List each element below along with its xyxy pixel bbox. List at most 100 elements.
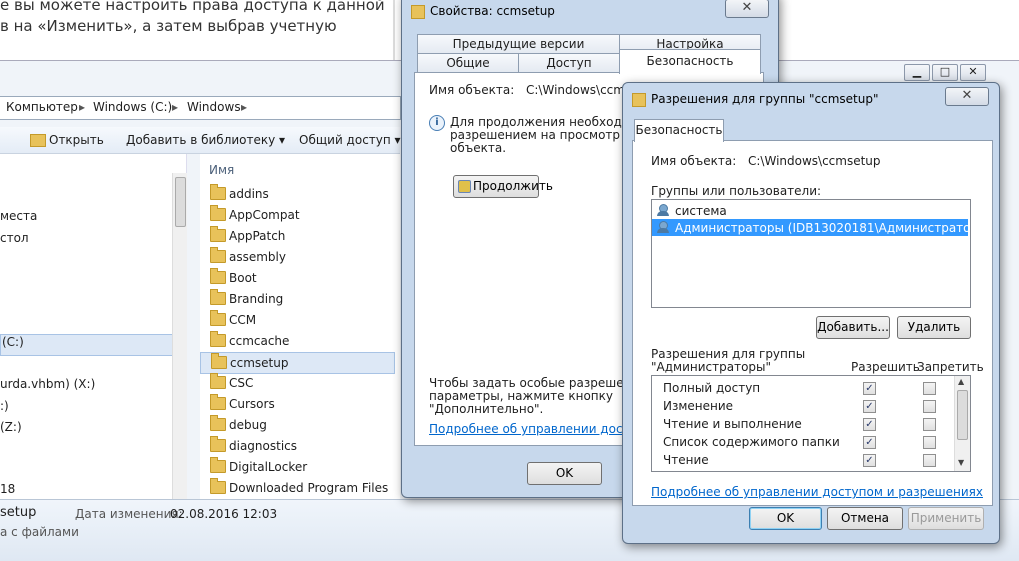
tab-general[interactable]: Общие — [417, 53, 519, 73]
special-text-2: параметры, нажмите кнопку — [429, 389, 613, 403]
item-type: а с файлами — [0, 525, 79, 539]
permission-row: Полный доступ ✓ — [652, 380, 952, 398]
maximize-button[interactable]: □ — [932, 64, 958, 81]
help-link[interactable]: Подробнее об управлении доступом и разре… — [651, 485, 983, 499]
users-list[interactable]: система Администраторы (IDB13020181\Адми… — [651, 199, 992, 308]
info-icon: i — [429, 115, 445, 131]
selected-name: setup — [0, 505, 37, 520]
add-to-library-button[interactable]: Добавить в библиотеку ▾ — [126, 133, 285, 147]
file-row[interactable]: Cursors — [200, 394, 395, 414]
ok-button[interactable]: OK — [749, 507, 822, 530]
deny-checkbox[interactable] — [923, 400, 936, 413]
nav-item[interactable]: 18 — [0, 482, 15, 496]
folder-icon — [210, 394, 226, 410]
apply-button[interactable]: Применить — [908, 507, 984, 530]
close-button[interactable]: ✕ — [725, 0, 769, 18]
breadcrumb-computer[interactable]: Компьютер — [6, 100, 78, 114]
dialog-title: Разрешения для группы "ccmsetup" — [651, 92, 879, 106]
file-row[interactable]: ccmsetup — [200, 352, 395, 374]
tab-security[interactable]: Безопасность — [619, 49, 761, 74]
allow-checkbox[interactable]: ✓ — [863, 454, 876, 467]
list-item[interactable]: система — [652, 202, 968, 219]
list-item-selected[interactable]: Администраторы (IDB13020181\Администрато… — [652, 219, 992, 236]
file-name: ccmcache — [229, 334, 290, 348]
close-button[interactable]: ✕ — [945, 87, 989, 106]
nav-item-drive-c[interactable]: (C:) — [2, 335, 24, 349]
open-button[interactable]: Открыть — [49, 133, 104, 147]
folder-icon — [210, 226, 226, 242]
minimize-button[interactable]: ▁ — [904, 64, 930, 81]
file-row[interactable]: DigitalLocker — [200, 457, 395, 477]
file-row[interactable]: Boot — [200, 268, 395, 288]
scroll-thumb[interactable] — [175, 177, 186, 227]
folder-open-icon — [30, 133, 46, 147]
tab-sharing[interactable]: Доступ — [518, 53, 620, 73]
file-row[interactable]: addins — [200, 184, 395, 204]
scroll-thumb[interactable] — [957, 390, 968, 440]
scroll-up-icon[interactable]: ▲ — [958, 377, 964, 386]
close-button[interactable]: ✕ — [960, 64, 986, 81]
folder-icon — [210, 331, 226, 347]
folder-icon — [632, 93, 646, 107]
file-name: Cursors — [229, 397, 275, 411]
file-row[interactable]: AppPatch — [200, 226, 395, 246]
share-button[interactable]: Общий доступ ▾ — [299, 133, 401, 147]
dialog-title: Свойства: ccmsetup — [430, 4, 555, 18]
cancel-button[interactable]: Отмена — [827, 507, 903, 530]
deny-checkbox[interactable] — [923, 436, 936, 449]
file-row[interactable]: CCM — [200, 310, 395, 330]
file-row[interactable]: CSC — [200, 373, 395, 393]
object-value: C:\Windows\ccmsetup — [748, 154, 881, 168]
deny-checkbox[interactable] — [923, 454, 936, 467]
user-group-icon — [657, 204, 671, 216]
folder-icon — [210, 436, 226, 452]
nav-selection — [0, 334, 174, 356]
nav-item[interactable]: места — [0, 209, 37, 223]
file-row[interactable]: diagnostics — [200, 436, 395, 456]
breadcrumb-drive[interactable]: Windows (C:) — [93, 100, 172, 114]
folder-icon — [210, 184, 226, 200]
breadcrumb-windows[interactable]: Windows — [187, 100, 241, 114]
file-row[interactable]: assembly — [200, 247, 395, 267]
nav-item[interactable]: стол — [0, 231, 29, 245]
file-row[interactable]: ccmcache — [200, 331, 395, 351]
perm-header-1: Разрешения для группы — [651, 347, 806, 361]
file-row[interactable]: Branding — [200, 289, 395, 309]
allow-checkbox[interactable]: ✓ — [863, 382, 876, 395]
user-name: Администраторы (IDB13020181\Администрато… — [675, 221, 993, 235]
address-bar[interactable]: Компьютер ▸ Windows (C:) ▸ Windows ▸ — [0, 96, 401, 120]
add-button[interactable]: Добавить... — [816, 316, 890, 339]
folder-icon — [210, 268, 226, 284]
file-name: ccmsetup — [230, 356, 289, 370]
continue-button[interactable]: Продолжить — [453, 175, 553, 198]
allow-checkbox[interactable]: ✓ — [863, 436, 876, 449]
column-header-name[interactable]: Имя — [209, 163, 234, 177]
deny-checkbox[interactable] — [923, 382, 936, 395]
chevron-right-icon: ▸ — [241, 100, 248, 114]
nav-item[interactable]: :) — [0, 399, 9, 413]
nav-item[interactable]: (Z:) — [0, 420, 22, 434]
ok-button[interactable]: OK — [527, 462, 602, 485]
remove-button[interactable]: Удалить — [897, 316, 971, 339]
permissions-list[interactable]: Полный доступ ✓ Изменение ✓ Чтение и выполне… — [651, 375, 971, 472]
file-list: Имя addins AppCompat AppPatch assembly Boot B… — [200, 154, 400, 499]
nav-scrollbar[interactable] — [172, 173, 187, 503]
tab-security[interactable]: Безопасность — [634, 119, 724, 142]
scroll-down-icon[interactable]: ▼ — [958, 458, 964, 467]
nav-item[interactable]: urda.vhbm) (X:) — [0, 377, 95, 391]
deny-checkbox[interactable] — [923, 418, 936, 431]
date-label: Дата изменения: — [75, 507, 183, 521]
file-row[interactable]: Downloaded Program Files — [200, 478, 395, 498]
shield-icon — [458, 180, 471, 193]
tab-previous-versions[interactable]: Предыдущие версии — [417, 34, 620, 54]
folder-icon — [210, 478, 226, 494]
permissions-scrollbar[interactable]: ▲ ▼ — [954, 376, 970, 471]
folder-icon — [210, 247, 226, 263]
folder-icon — [210, 205, 226, 221]
file-row[interactable]: AppCompat — [200, 205, 395, 225]
folder-icon — [210, 310, 226, 326]
file-row[interactable]: debug — [200, 415, 395, 435]
allow-checkbox[interactable]: ✓ — [863, 400, 876, 413]
special-text-3: "Дополнительно". — [429, 402, 544, 416]
allow-checkbox[interactable]: ✓ — [863, 418, 876, 431]
